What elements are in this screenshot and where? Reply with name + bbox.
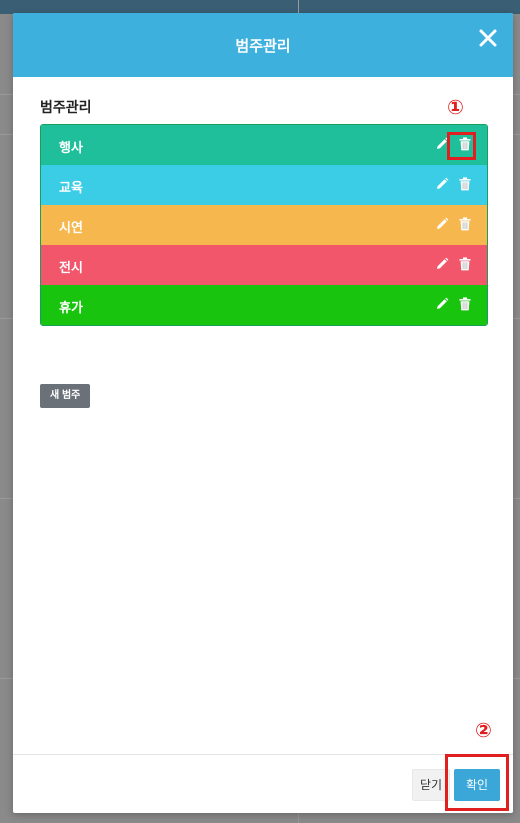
- modal-title: 범주관리: [235, 37, 291, 55]
- category-item[interactable]: 전시: [41, 245, 487, 285]
- annotation-marker-1: ①: [447, 95, 464, 119]
- annotation-marker-2: ②: [475, 718, 492, 742]
- edit-icon[interactable]: [435, 177, 449, 191]
- annotation-highlight-confirm: [445, 754, 509, 811]
- category-item[interactable]: 교육: [41, 165, 487, 205]
- edit-icon[interactable]: [435, 297, 449, 311]
- section-title: 범주관리: [40, 100, 92, 116]
- category-item[interactable]: 행사: [41, 125, 487, 165]
- category-name: 휴가: [59, 301, 83, 316]
- category-item[interactable]: 시연: [41, 205, 487, 245]
- category-name: 교육: [59, 181, 83, 196]
- modal-footer: 닫기 확인: [13, 754, 513, 813]
- delete-icon[interactable]: [459, 177, 473, 191]
- close-icon[interactable]: [477, 27, 499, 49]
- category-name: 시연: [59, 221, 83, 236]
- delete-icon[interactable]: [459, 217, 473, 231]
- category-item[interactable]: 휴가: [41, 285, 487, 325]
- modal-header: 범주관리: [13, 13, 513, 77]
- edit-icon[interactable]: [435, 217, 449, 231]
- delete-icon[interactable]: [459, 257, 473, 271]
- edit-icon[interactable]: [435, 257, 449, 271]
- background-header: [0, 0, 520, 14]
- category-list: 행사교육시연전시휴가: [40, 124, 488, 326]
- annotation-highlight-delete: [447, 132, 476, 160]
- category-name: 행사: [59, 141, 83, 156]
- new-category-button[interactable]: 새 범주: [40, 384, 91, 408]
- delete-icon[interactable]: [459, 297, 473, 311]
- category-name: 전시: [59, 261, 83, 276]
- category-modal: 범주관리 범주관리 ① 행사교육시연전시휴가 새 범주 ② 닫기 확인: [13, 13, 513, 813]
